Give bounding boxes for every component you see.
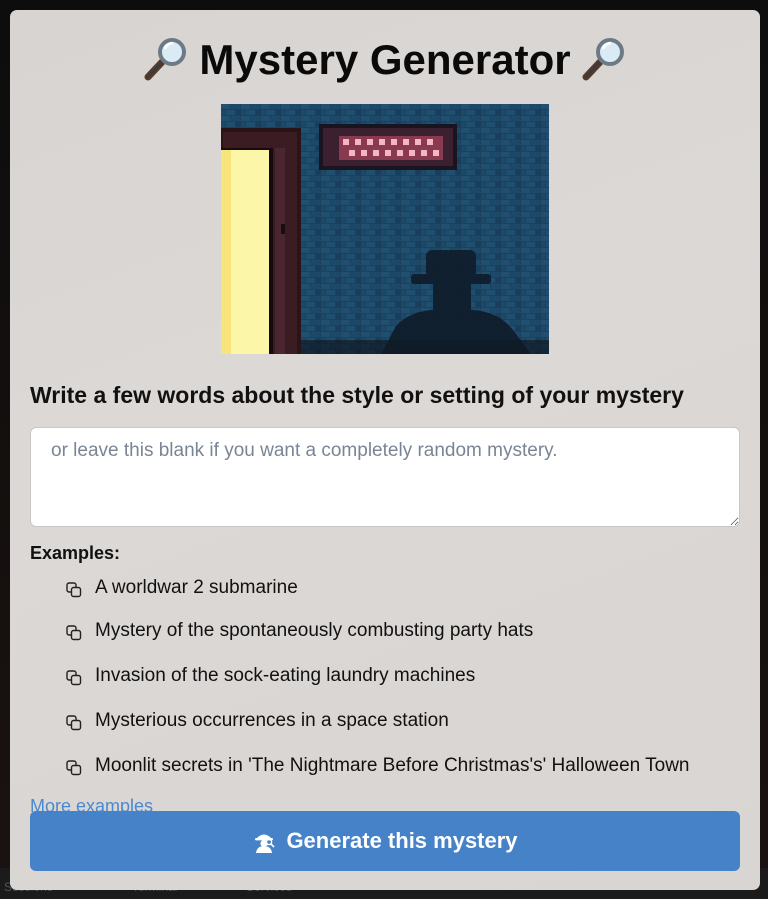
example-item[interactable]: Invasion of the sock-eating laundry mach… [30,653,740,698]
magnifying-glass-icon [144,38,187,81]
hero-image [221,104,549,354]
magnifying-glass-icon [582,38,624,81]
example-text: Invasion of the sock-eating laundry mach… [95,664,476,686]
example-item[interactable]: Moonlit secrets in 'The Nightmare Before… [30,743,740,788]
example-text: Mystery of the spontaneously combusting … [95,619,534,641]
generate-mystery-button[interactable]: Generate this mystery [30,811,740,871]
mystery-description-input[interactable] [30,427,740,527]
example-item[interactable]: A worldwar 2 submarine [30,568,740,608]
example-item[interactable]: Mystery of the spontaneously combusting … [30,608,740,653]
example-text: Moonlit secrets in 'The Nightmare Before… [95,754,690,776]
detective-icon [255,834,276,853]
copy-icon[interactable] [66,669,82,686]
title-text: Mystery Generator [199,36,571,83]
copy-icon[interactable] [66,582,82,598]
example-text: Mysterious occurrences in a space statio… [95,709,449,731]
copy-icon[interactable] [66,624,82,641]
copy-icon[interactable] [66,759,82,776]
examples-heading: Examples: [30,543,121,563]
generate-button-label: Generate this mystery [286,828,518,853]
prompt-label: Write a few words about the style or set… [30,382,684,408]
example-text: A worldwar 2 submarine [95,577,298,598]
mystery-generator-panel: Mystery Generator Write a few words abou… [10,10,760,890]
page-title: Mystery Generator [30,10,740,84]
copy-icon[interactable] [66,714,82,731]
examples-list: A worldwar 2 submarine Mystery of the sp… [30,568,740,788]
example-item[interactable]: Mysterious occurrences in a space statio… [30,698,740,743]
